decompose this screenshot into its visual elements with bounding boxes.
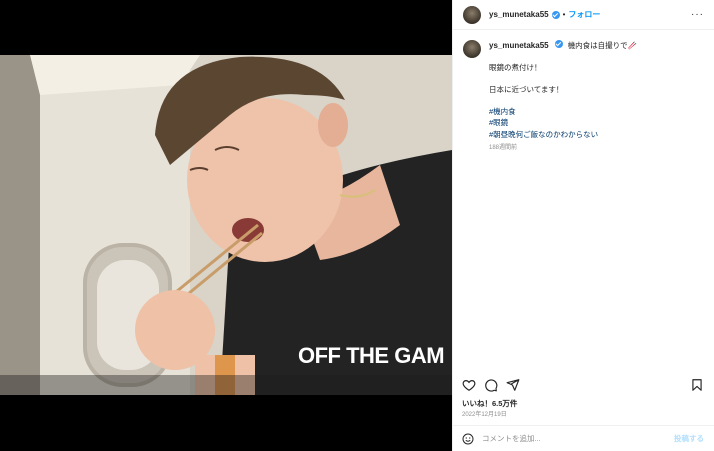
caption-line-2: 眼鏡の煮付け！ [489,63,542,73]
action-bar [452,375,714,395]
media-area: OFF THE GAM [0,0,452,451]
avatar[interactable] [463,5,481,24]
verified-icon [551,10,560,19]
hashtag-link[interactable]: #朝昼晩何ご飯なのかわからない [489,129,637,141]
caption-line-1: 機内食は自撮りで🥢 [567,41,638,50]
more-options-icon[interactable]: ··· [691,9,704,20]
header-username[interactable]: ys_munetaka55 [489,10,549,19]
likes-count[interactable]: いいね！6.5万件 [462,398,517,409]
post-comment-button[interactable]: 投稿する [674,433,704,444]
post-photo[interactable]: OFF THE GAM [0,55,452,395]
emoji-icon[interactable] [462,433,474,445]
comment-icon[interactable] [484,378,498,392]
bookmark-icon[interactable] [690,378,704,392]
comment-bar: 投稿する [452,425,714,451]
post-date: 2022年12月19日 [462,412,507,418]
caption-username[interactable]: ys_munetaka55 [489,41,549,50]
instagram-embed: OFF THE GAM ys_munetaka55 • フォロー ··· ys_… [0,0,714,451]
comment-input[interactable] [482,434,674,443]
caption-time: 188週間前 [489,144,518,151]
hashtag-link[interactable]: #眼鏡 [489,117,637,129]
caption-body: ys_munetaka55 機内食は自撮りで🥢 眼鏡の煮付け！ 日本に近づいてま… [489,40,637,153]
post-header: ys_munetaka55 • フォロー ··· [453,0,714,30]
hashtag-link[interactable]: #機内食 [489,106,637,118]
share-icon[interactable] [506,378,520,392]
caption-avatar[interactable] [463,40,481,58]
caption: ys_munetaka55 機内食は自撮りで🥢 眼鏡の煮付け！ 日本に近づいてま… [453,30,714,153]
caption-line-3: 日本に近づいてます！ [489,85,564,95]
caption-verified-icon [554,40,563,48]
heart-icon[interactable] [462,378,476,392]
separator-dot: • [562,10,566,19]
shirt-print: OFF THE GAM [298,343,445,368]
follow-button[interactable]: フォロー [568,9,600,20]
